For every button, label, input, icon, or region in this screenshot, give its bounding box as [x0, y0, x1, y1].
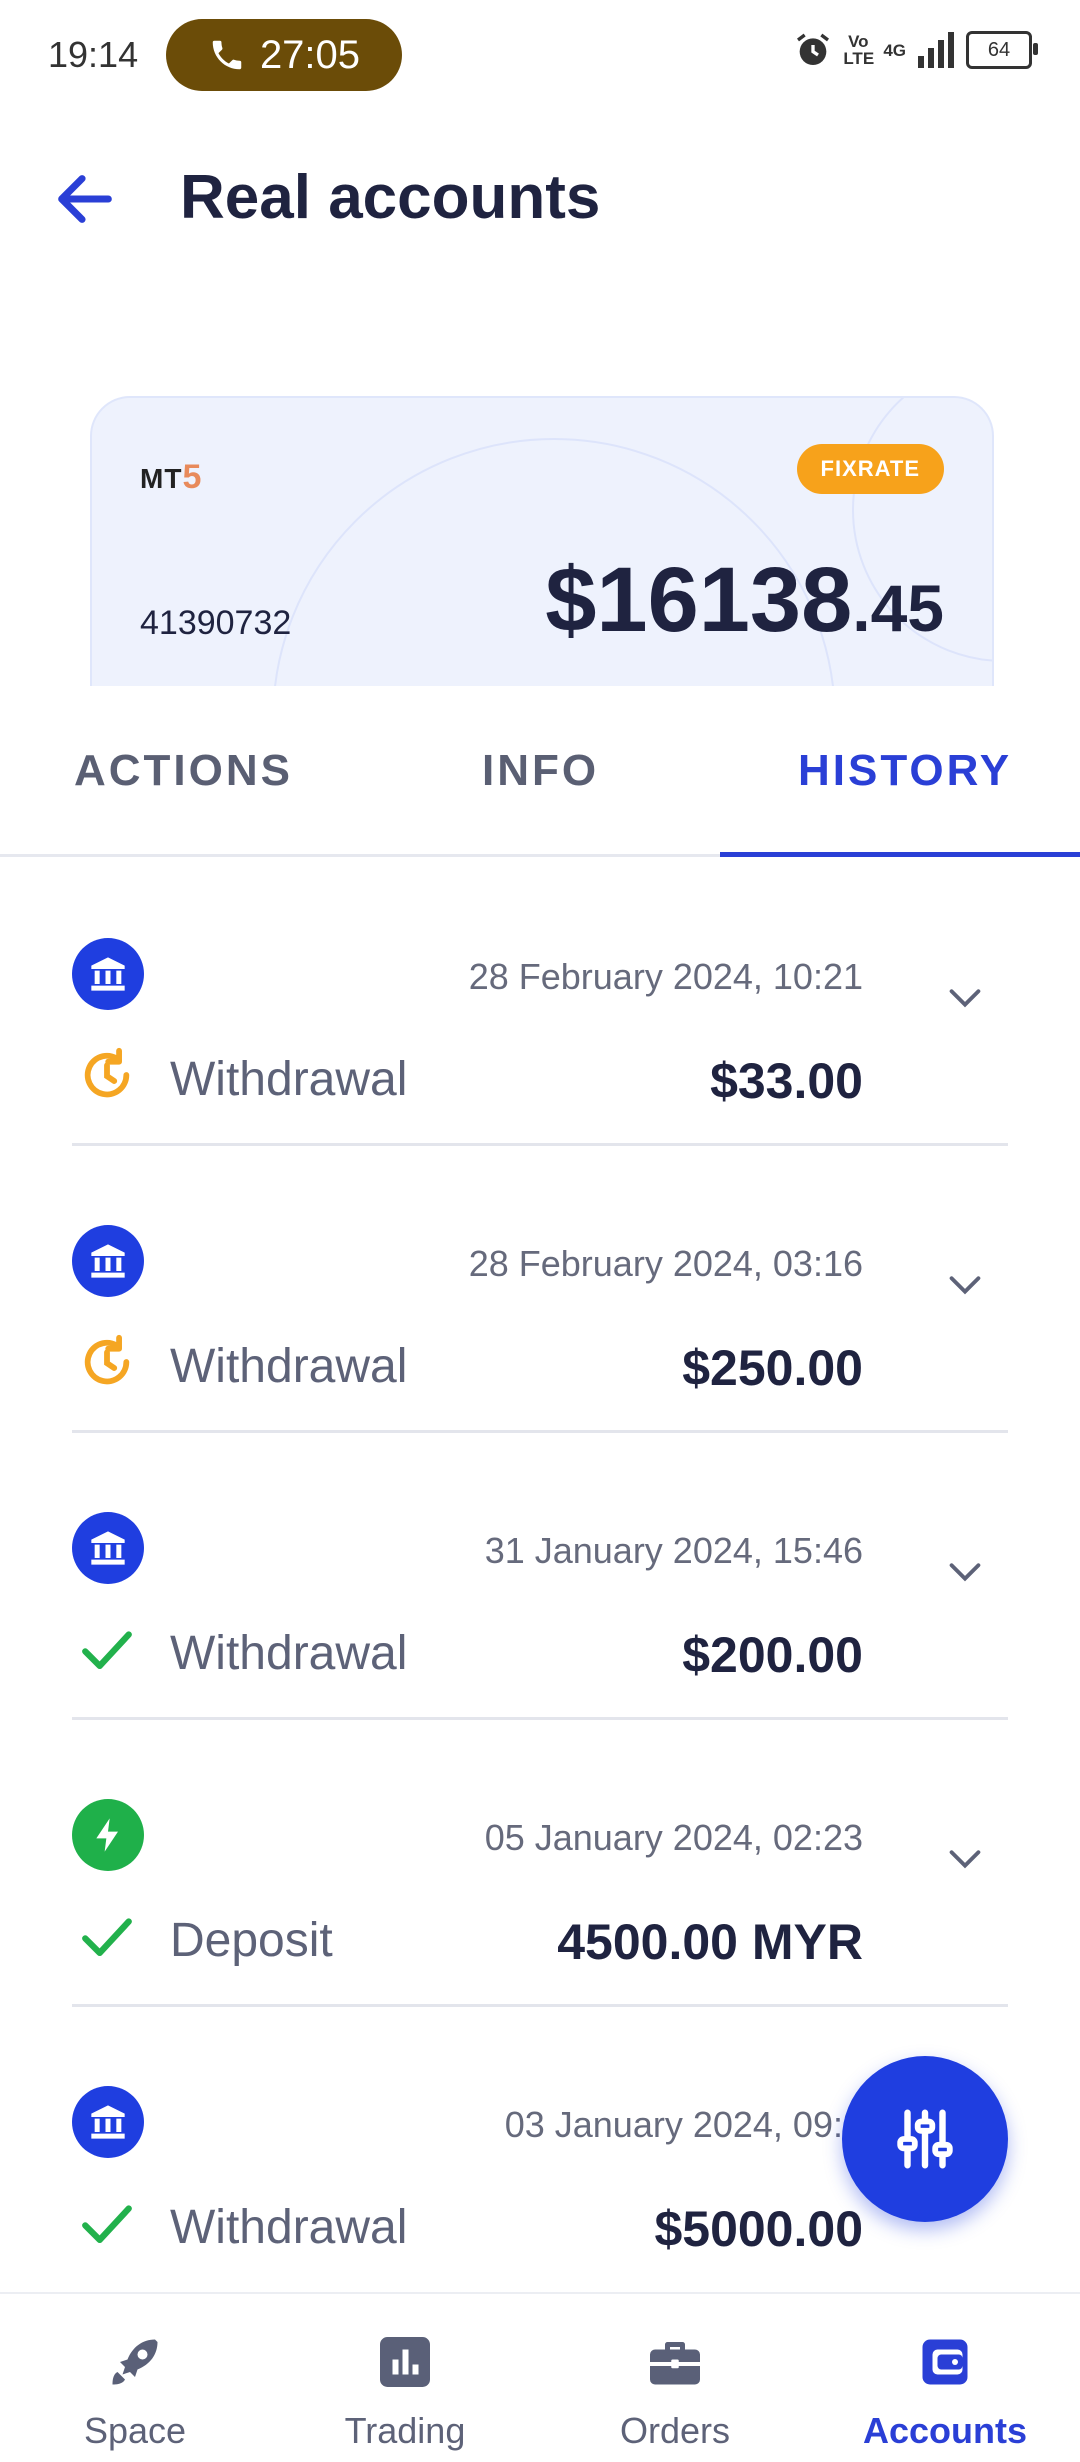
balance-main: $16138 — [545, 549, 853, 651]
checkmark-icon — [82, 1631, 132, 1670]
transaction-amount: $5000.00 — [654, 2201, 863, 2257]
transaction-date: 31 January 2024, 15:46 — [484, 1530, 863, 1571]
account-number: 41390732 — [140, 604, 292, 642]
call-duration: 27:05 — [259, 32, 361, 77]
nav-label: Space — [83, 2410, 187, 2451]
transaction-date: 28 February 2024, 10:21 — [468, 956, 863, 997]
volte-label: Vo LTE — [843, 32, 875, 68]
history-item[interactable]: 31 January 2024, 15:46 Withdrawal $200.0… — [72, 1430, 1008, 1720]
transaction-date: 28 February 2024, 03:16 — [468, 1243, 863, 1284]
chevron-down-icon[interactable] — [942, 1835, 988, 1881]
chart-icon — [380, 2337, 430, 2387]
bank-icon — [72, 1512, 144, 1584]
platform-prefix: MT — [140, 463, 183, 494]
account-balance: $16138.45 — [545, 548, 944, 653]
transaction-date: 05 January 2024, 02:23 — [484, 1817, 863, 1858]
chevron-down-icon[interactable] — [942, 1548, 988, 1594]
battery-icon: 64 — [966, 31, 1038, 69]
back-arrow-icon[interactable] — [50, 164, 120, 234]
transaction-amount: $200.00 — [682, 1627, 863, 1683]
account-type-badge: FIXRATE — [796, 444, 944, 494]
bank-icon — [72, 1225, 144, 1297]
signal-icon — [918, 32, 954, 68]
nav-label: Trading — [344, 2410, 466, 2451]
bottom-navigation: Space Trading Orders Accounts — [0, 2292, 1080, 2462]
chevron-down-icon[interactable] — [942, 1261, 988, 1307]
battery-level: 64 — [987, 38, 1011, 61]
phone-icon — [212, 40, 242, 70]
transaction-type: Withdrawal — [170, 1340, 408, 1393]
sliders-icon — [897, 2109, 953, 2169]
transaction-type: Withdrawal — [170, 1053, 408, 1106]
tab-actions[interactable]: ACTIONS — [74, 746, 293, 796]
alarm-icon — [797, 33, 830, 65]
tab-history[interactable]: HISTORY — [798, 746, 1012, 796]
transaction-amount: $33.00 — [710, 1053, 863, 1109]
platform-version: 5 — [182, 458, 203, 496]
status-bar: 19:14 27:05 Vo LTE 4G 64 — [0, 0, 1080, 110]
transaction-amount: $250.00 — [682, 1340, 863, 1396]
page-title: Real accounts — [180, 163, 601, 232]
status-time: 19:14 — [48, 34, 139, 75]
filter-button[interactable] — [842, 2056, 1008, 2222]
checkmark-icon — [82, 1918, 132, 1957]
transaction-date: 03 January 2024, 09:3 — [504, 2104, 863, 2145]
nav-label: Orders — [619, 2410, 731, 2451]
nav-accounts[interactable]: Accounts — [810, 2294, 1080, 2462]
pending-clock-icon — [84, 1334, 130, 1385]
pending-clock-icon — [84, 1047, 130, 1098]
transaction-amount: 4500.00 MYR — [557, 1914, 863, 1970]
balance-cents: .45 — [852, 571, 944, 645]
account-tabs: ACTIONS INFO HISTORY — [0, 690, 1080, 857]
nav-trading[interactable]: Trading — [270, 2294, 540, 2462]
network-4g-label: 4G — [883, 40, 906, 60]
wallet-icon — [922, 2339, 968, 2385]
chevron-down-icon[interactable] — [942, 974, 988, 1020]
lightning-icon — [72, 1799, 144, 1871]
transaction-type: Withdrawal — [170, 2201, 408, 2254]
rocket-icon — [112, 2339, 158, 2385]
app-header: Real accounts — [0, 140, 1080, 260]
bank-icon — [72, 938, 144, 1010]
briefcase-icon — [650, 2342, 700, 2385]
transaction-type: Deposit — [170, 1914, 333, 1967]
nav-label: Accounts — [862, 2410, 1028, 2451]
nav-space[interactable]: Space — [0, 2294, 270, 2462]
platform-logo: MT5 — [140, 458, 202, 497]
checkmark-icon — [82, 2205, 132, 2244]
tab-info[interactable]: INFO — [482, 746, 599, 796]
bank-icon — [72, 2086, 144, 2158]
account-card[interactable]: MT5 FIXRATE 41390732 $16138.45 — [90, 396, 994, 686]
ongoing-call-pill[interactable]: 27:05 — [166, 19, 402, 91]
status-icons: Vo LTE 4G 64 — [793, 30, 1038, 70]
history-item[interactable]: 28 February 2024, 10:21 Withdrawal $33.0… — [72, 856, 1008, 1146]
nav-orders[interactable]: Orders — [540, 2294, 810, 2462]
history-item[interactable]: 05 January 2024, 02:23 Deposit 4500.00 M… — [72, 1717, 1008, 2007]
history-item[interactable]: 28 February 2024, 03:16 Withdrawal $250.… — [72, 1143, 1008, 1433]
transaction-type: Withdrawal — [170, 1627, 408, 1680]
